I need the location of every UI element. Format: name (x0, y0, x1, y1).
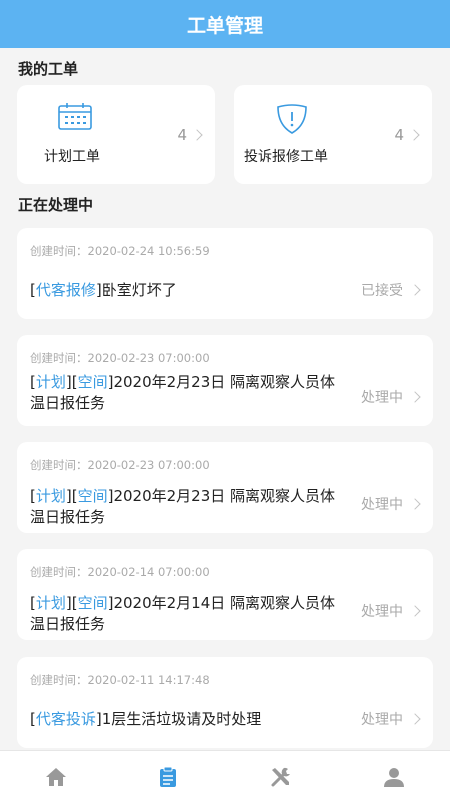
tools-icon[interactable] (269, 765, 293, 789)
order-title: [代客投诉]1层生活垃圾请及时处理 (30, 710, 262, 728)
order-card[interactable]: 创建时间：2020-02-11 14:17:48 [代客投诉]1层生活垃圾请及时处… (17, 657, 433, 748)
order-title: [计划][空间]2020年2月23日 隔离观察人员体温日报任务 (30, 487, 336, 526)
chevron-right-icon (409, 713, 421, 725)
order-created-time: 创建时间：2020-02-11 14:17:48 (30, 673, 210, 687)
order-text: 2020年2月14日 隔离观察人员体温日报任务 (30, 594, 336, 633)
complaint-orders-card[interactable]: 投诉报修工单 4 (234, 85, 432, 184)
section-title-in-progress: 正在处理中 (18, 196, 94, 214)
chevron-right-icon (409, 391, 421, 403)
order-status: 处理中 (361, 709, 421, 729)
home-icon[interactable] (44, 765, 68, 789)
order-status: 处理中 (361, 601, 421, 621)
order-tag: 空间 (77, 487, 108, 505)
chevron-right-icon (191, 129, 203, 141)
order-tag: 计划 (35, 487, 66, 505)
order-text: 1层生活垃圾请及时处理 (101, 710, 262, 728)
order-status-label: 处理中 (361, 604, 403, 620)
clipboard-icon[interactable] (156, 765, 180, 789)
chevron-right-icon (409, 498, 421, 510)
order-tag: 计划 (35, 373, 66, 391)
order-title: [计划][空间]2020年2月23日 隔离观察人员体温日报任务 (30, 373, 336, 412)
order-tag: 代客投诉 (35, 710, 96, 728)
order-text: 2020年2月23日 隔离观察人员体温日报任务 (30, 487, 336, 526)
plan-orders-label: 计划工单 (44, 149, 100, 165)
page-title: 工单管理 (186, 14, 263, 37)
order-status-label: 处理中 (361, 390, 403, 406)
chevron-right-icon (408, 129, 420, 141)
order-title: [计划][空间]2020年2月14日 隔离观察人员体温日报任务 (30, 594, 336, 633)
calendar-icon (58, 103, 92, 130)
plan-orders-card[interactable]: 计划工单 4 (17, 85, 215, 184)
order-created-time: 创建时间：2020-02-23 07:00:00 (30, 458, 210, 472)
order-status-label: 处理中 (361, 712, 403, 728)
plan-orders-count: 4 (177, 126, 203, 144)
order-created-time: 创建时间：2020-02-14 07:00:00 (30, 565, 210, 579)
order-text: 2020年2月23日 隔离观察人员体温日报任务 (30, 373, 336, 412)
order-title: [代客报修]卧室灯坏了 (30, 281, 177, 299)
order-tag: 空间 (77, 594, 108, 612)
order-created-time: 创建时间：2020-02-24 10:56:59 (30, 244, 210, 258)
complaint-orders-label: 投诉报修工单 (244, 149, 328, 165)
chevron-right-icon (409, 605, 421, 617)
order-text: 卧室灯坏了 (101, 281, 177, 299)
order-tag: 计划 (35, 594, 66, 612)
user-icon[interactable] (382, 765, 406, 789)
chevron-right-icon (409, 284, 421, 296)
order-tag: 空间 (77, 373, 108, 391)
shield-alert-icon (277, 104, 307, 134)
order-status-label: 处理中 (361, 497, 403, 513)
order-status-label: 已接受 (361, 283, 403, 299)
order-status: 处理中 (361, 494, 421, 514)
bottom-tab-bar (0, 750, 450, 800)
order-card[interactable]: 创建时间：2020-02-14 07:00:00 [计划][空间]2020年2月1… (17, 549, 433, 640)
complaint-orders-count: 4 (394, 126, 420, 144)
section-title-my-orders: 我的工单 (18, 60, 79, 78)
order-card[interactable]: 创建时间：2020-02-23 07:00:00 [计划][空间]2020年2月2… (17, 442, 433, 533)
order-status: 已接受 (361, 280, 421, 300)
order-tag: 代客报修 (35, 281, 96, 299)
order-card[interactable]: 创建时间：2020-02-24 10:56:59 [代客报修]卧室灯坏了 已接受 (17, 228, 433, 319)
app-header: 工单管理 (0, 0, 450, 48)
order-status: 处理中 (361, 387, 421, 407)
order-created-time: 创建时间：2020-02-23 07:00:00 (30, 351, 210, 365)
order-card[interactable]: 创建时间：2020-02-23 07:00:00 [计划][空间]2020年2月2… (17, 335, 433, 426)
